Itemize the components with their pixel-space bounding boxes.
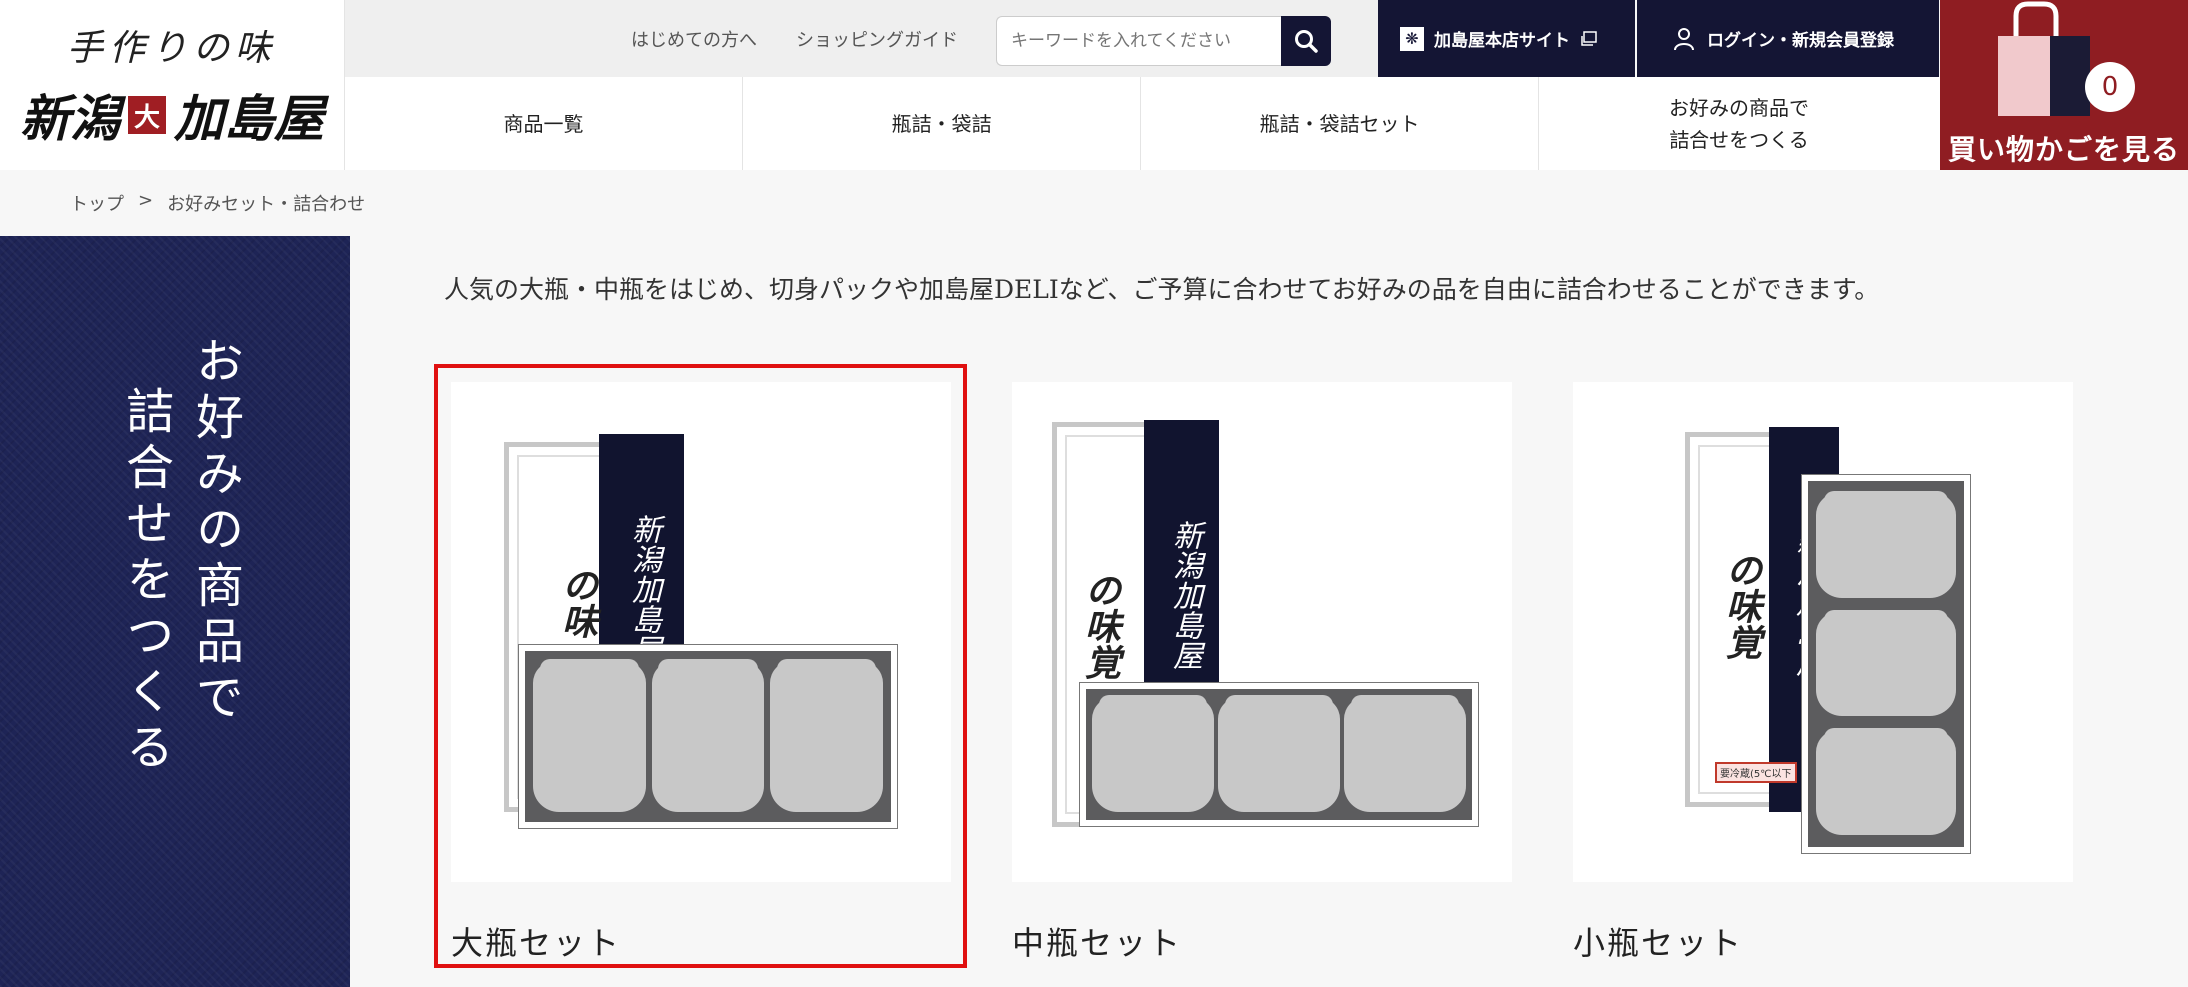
breadcrumb-separator: > — [138, 190, 154, 211]
product-card-small-jar-set[interactable]: 新潟加島屋 の味覚 要冷蔵(5℃以下 小瓶セット — [1573, 382, 2073, 964]
cart-count-badge: 0 — [2085, 62, 2135, 112]
site-header: 手作りの味 新潟 大 加島屋 はじめての方へ ショッピングガイド ❋ 加島屋本店… — [0, 0, 2188, 170]
user-icon — [1674, 27, 1694, 50]
honten-site-link[interactable]: ❋ 加島屋本店サイト — [1378, 0, 1635, 77]
cart-label: 買い物かごを見る — [1947, 133, 2180, 166]
jar-icon — [1092, 695, 1214, 812]
search-button[interactable] — [1281, 16, 1331, 66]
product-name[interactable]: 大瓶セット — [451, 918, 951, 964]
nav-item-custom-line1: お好みの商品で — [1669, 95, 1809, 120]
chilled-label: 要冷蔵(5℃以下 — [1715, 762, 1797, 783]
jar-icon — [533, 659, 646, 812]
kashimaya-mark-icon: ❋ — [1400, 26, 1424, 51]
jar-icon — [770, 659, 884, 812]
noshi-text: 新潟加島屋 — [1167, 520, 1202, 670]
intro-text: 人気の大瓶・中瓶をはじめ、切身パックや加島屋DELIなど、ご予算に合わせてお好み… — [444, 275, 1880, 304]
global-nav: 商品一覧 瓶詰・袋詰 瓶詰・袋詰セット お好みの商品で 詰合せをつくる — [345, 77, 1940, 170]
cart-button[interactable]: 0 買い物かごを見る — [1940, 0, 2188, 170]
breadcrumb-current: お好みセット・詰合わせ — [167, 194, 366, 215]
jar-icon — [1816, 728, 1956, 836]
product-card-medium-jar-set[interactable]: 新潟加島屋 の味覚 中瓶セット — [1012, 382, 1512, 964]
nav-item-custom-assortment[interactable]: お好みの商品で 詰合せをつくる — [1539, 77, 1939, 170]
aji-label: の味覚 — [1079, 572, 1121, 680]
product-name[interactable]: 中瓶セット — [1012, 918, 1512, 964]
jar-tray-illustration — [1079, 682, 1479, 827]
product-image: 新潟加島屋 の味覚 要冷蔵(5℃以下 — [1573, 382, 2073, 882]
nav-item-products[interactable]: 商品一覧 — [345, 77, 743, 170]
nav-item-custom-line2: 詰合せをつくる — [1669, 127, 1809, 152]
shopping-guide-link[interactable]: ショッピングガイド — [796, 26, 958, 52]
nav-item-bottled-sets[interactable]: 瓶詰・袋詰セット — [1141, 77, 1539, 170]
nav-item-bottled[interactable]: 瓶詰・袋詰 — [743, 77, 1141, 170]
breadcrumb: トップ > お好みセット・詰合わせ — [70, 190, 365, 216]
jar-icon — [1816, 491, 1956, 598]
login-label: ログイン・新規会員登録 — [1707, 31, 1894, 51]
logo-tagline: 手作りの味 — [66, 28, 277, 69]
product-card-large-jar-set[interactable]: 新潟加島屋 の味 大瓶セット — [451, 382, 951, 964]
logo-text-kashimaya: 加島屋 — [174, 89, 324, 148]
login-register-link[interactable]: ログイン・新規会員登録 — [1637, 0, 1939, 77]
aji-label: の味覚 — [1720, 552, 1762, 660]
product-name[interactable]: 小瓶セット — [1573, 918, 2073, 964]
jar-icon — [1816, 609, 1956, 717]
category-banner: お好みの商品で 詰合せをつくる — [0, 236, 350, 987]
product-image: 新潟加島屋 の味覚 — [1012, 382, 1512, 882]
jar-icon — [1218, 695, 1340, 812]
aji-label: の味 — [556, 567, 598, 639]
beginners-link[interactable]: はじめての方へ — [631, 26, 757, 52]
banner-line1: お好みの商品で — [187, 336, 243, 728]
jar-icon — [651, 659, 765, 812]
honten-label: 加島屋本店サイト — [1434, 31, 1570, 51]
logo-wordmark: 新潟 大 加島屋 — [20, 79, 324, 151]
breadcrumb-home[interactable]: トップ — [70, 190, 124, 216]
search-icon — [1295, 30, 1318, 53]
shopping-bag-icon — [1998, 1, 2090, 116]
noshi-text: 新潟加島屋 — [626, 514, 661, 664]
search-form — [996, 16, 1331, 66]
search-input[interactable] — [996, 16, 1281, 66]
product-image: 新潟加島屋 の味 — [451, 382, 951, 882]
logo-text-niigata: 新潟 — [20, 89, 120, 148]
logo-seal-icon: 大 — [128, 96, 166, 134]
site-logo[interactable]: 手作りの味 新潟 大 加島屋 — [0, 0, 345, 170]
external-window-icon — [1581, 30, 1597, 46]
jar-tray-illustration — [1801, 474, 1971, 854]
utility-bar: はじめての方へ ショッピングガイド — [345, 0, 1378, 77]
jar-tray-illustration — [518, 644, 898, 829]
jar-icon — [1344, 695, 1466, 812]
banner-line2: 詰合せをつくる — [117, 386, 173, 778]
